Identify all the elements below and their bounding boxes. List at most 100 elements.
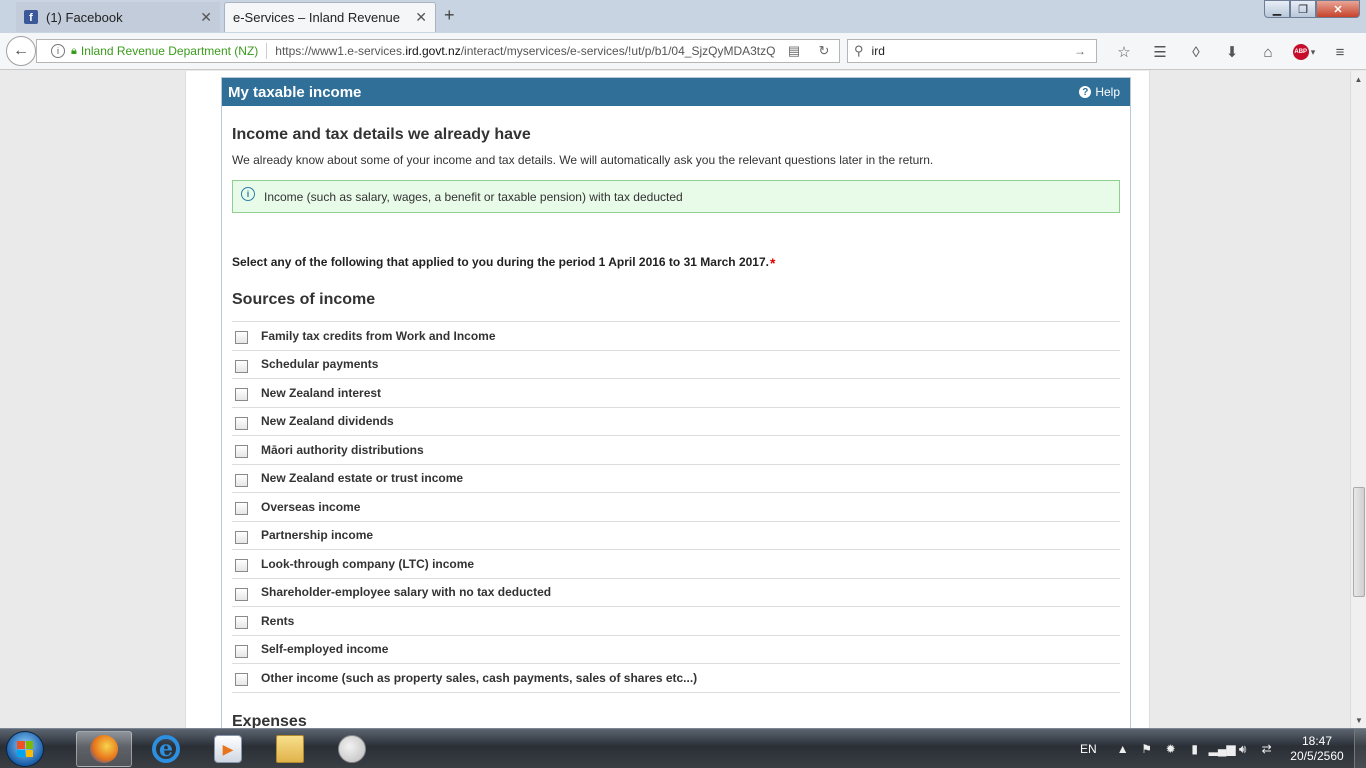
menu-icon[interactable]: ≡	[1322, 41, 1358, 63]
search-input[interactable]: ird	[872, 44, 1074, 58]
back-button[interactable]: ←	[6, 36, 36, 66]
reload-icon[interactable]: ↻	[809, 43, 839, 59]
income-label[interactable]: Overseas income	[261, 500, 360, 514]
navigation-bar: ← i 🔒︎ Inland Revenue Department (NZ) ht…	[0, 33, 1366, 70]
sync-icon[interactable]: ⇄	[1257, 742, 1277, 756]
income-checkbox[interactable]	[235, 416, 248, 430]
bookmarks-list-icon[interactable]: ☰	[1142, 41, 1178, 63]
income-label[interactable]: Rents	[261, 614, 294, 628]
site-identity[interactable]: Inland Revenue Department (NZ)	[81, 44, 258, 58]
income-label[interactable]: New Zealand dividends	[261, 414, 394, 428]
panel-title: My taxable income	[228, 83, 362, 101]
battery-icon[interactable]: ▮	[1185, 742, 1205, 756]
income-checkbox[interactable]	[235, 559, 248, 573]
new-tab-button[interactable]: +	[444, 5, 455, 26]
network-signal-icon[interactable]: ▂▄▆	[1209, 742, 1236, 756]
income-label[interactable]: Other income (such as property sales, ca…	[261, 671, 697, 685]
scrollbar[interactable]: ▲ ▼	[1350, 71, 1366, 728]
media-player-icon: ▶	[214, 735, 242, 763]
taskbar-paint[interactable]	[324, 731, 380, 767]
income-checkbox[interactable]	[235, 673, 248, 687]
pocket-icon[interactable]: ◊	[1178, 41, 1214, 63]
income-checkbox[interactable]	[235, 473, 248, 487]
clock[interactable]: 18:47 20/5/2560	[1284, 734, 1350, 764]
system-tray: EN ▲ ⚑ ✹ ▮ ▂▄▆ 🔊︎ ⇄	[1080, 729, 1281, 768]
info-box: i Income (such as salary, wages, a benef…	[232, 180, 1120, 213]
action-center-flag-icon[interactable]: ⚑	[1137, 742, 1157, 756]
toolbar: ☆ ☰ ◊ ⬇ ⌂ ABP ▾ ≡	[1106, 41, 1358, 63]
income-label[interactable]: New Zealand estate or trust income	[261, 471, 463, 485]
reader-view-icon[interactable]: ▤	[779, 43, 809, 59]
avast-icon[interactable]: ✹	[1161, 742, 1181, 756]
taskbar-file-explorer[interactable]	[262, 731, 318, 767]
income-checkbox[interactable]	[235, 359, 248, 373]
close-tab-icon[interactable]: ✕	[415, 9, 427, 26]
taskbar-media-player[interactable]: ▶	[200, 731, 256, 767]
address-bar[interactable]: i 🔒︎ Inland Revenue Department (NZ) http…	[36, 39, 840, 63]
divider	[266, 43, 268, 59]
income-checkbox[interactable]	[235, 388, 248, 402]
income-label[interactable]: New Zealand interest	[261, 386, 381, 400]
list-item: Family tax credits from Work and Income	[232, 322, 1120, 351]
list-item: New Zealand dividends	[232, 408, 1120, 436]
clock-time: 18:47	[1301, 734, 1333, 748]
income-checkbox[interactable]	[235, 445, 248, 459]
taskbar: e ▶ EN ▲ ⚑ ✹ ▮ ▂▄▆ 🔊︎ ⇄ 18:47 20/5/2560	[0, 728, 1366, 768]
help-link[interactable]: ? Help	[1079, 85, 1120, 99]
help-icon: ?	[1079, 86, 1092, 98]
language-indicator[interactable]: EN	[1080, 742, 1097, 756]
info-text: Income (such as salary, wages, a benefit…	[264, 189, 683, 204]
info-icon: i	[241, 186, 255, 201]
info-icon[interactable]: i	[51, 44, 65, 58]
list-item: Look-through company (LTC) income	[232, 550, 1120, 579]
list-item: Schedular payments	[232, 351, 1120, 379]
adblock-button[interactable]: ABP ▾	[1286, 41, 1322, 63]
income-label[interactable]: Māori authority distributions	[261, 443, 424, 457]
windows-logo-icon	[17, 741, 33, 757]
list-item: Other income (such as property sales, ca…	[232, 664, 1120, 693]
maximize-button[interactable]: ❐	[1290, 0, 1316, 18]
close-tab-icon[interactable]: ✕	[200, 9, 212, 26]
scroll-down-arrow[interactable]: ▼	[1351, 712, 1366, 728]
income-label[interactable]: Self-employed income	[261, 642, 388, 656]
search-go-icon[interactable]: →	[1074, 44, 1096, 58]
url-text[interactable]: https://www1.e-services.ird.govt.nz/inte…	[275, 44, 779, 58]
adblock-icon: ABP	[1292, 44, 1309, 60]
close-window-button[interactable]: ✕	[1316, 0, 1360, 18]
search-bar[interactable]: ⚲ ird →	[847, 39, 1097, 63]
show-desktop-button[interactable]	[1354, 729, 1366, 768]
home-icon[interactable]: ⌂	[1250, 41, 1286, 63]
scroll-up-arrow[interactable]: ▲	[1351, 71, 1366, 87]
income-label[interactable]: Partnership income	[261, 528, 373, 542]
income-checkbox[interactable]	[235, 587, 248, 601]
tab-facebook[interactable]: f (1) Facebook ✕	[16, 2, 220, 32]
bookmark-star-icon[interactable]: ☆	[1106, 41, 1142, 63]
income-checkbox[interactable]	[235, 331, 248, 345]
start-button[interactable]	[6, 731, 44, 767]
lock-icon[interactable]: 🔒︎	[71, 45, 77, 58]
download-icon[interactable]: ⬇	[1214, 41, 1250, 63]
list-item: Overseas income	[232, 493, 1120, 522]
list-item: Partnership income	[232, 522, 1120, 550]
income-label[interactable]: Shareholder-employee salary with no tax …	[261, 585, 551, 599]
income-label[interactable]: Family tax credits from Work and Income	[261, 329, 496, 343]
sources-title: Sources of income	[232, 291, 376, 308]
taskbar-internet-explorer[interactable]: e	[138, 731, 194, 767]
volume-icon[interactable]: 🔊︎	[1233, 742, 1253, 757]
scroll-thumb[interactable]	[1353, 487, 1365, 597]
income-label[interactable]: Look-through company (LTC) income	[261, 557, 474, 571]
income-checkbox[interactable]	[235, 502, 248, 516]
tab-e-services[interactable]: e-Services – Inland Revenue ✕	[224, 2, 436, 32]
income-checkbox[interactable]	[235, 616, 248, 630]
minimize-button[interactable]: ▁	[1264, 0, 1290, 18]
expenses-title: Expenses	[232, 712, 307, 729]
taskbar-firefox[interactable]	[76, 731, 132, 767]
panel-header: My taxable income ? Help	[222, 78, 1130, 106]
page-column: My taxable income ? Help Income and tax …	[185, 71, 1150, 728]
show-hidden-icons[interactable]: ▲	[1113, 742, 1133, 756]
income-label[interactable]: Schedular payments	[261, 357, 378, 371]
sources-list: Family tax credits from Work and Income S…	[232, 321, 1120, 693]
income-checkbox[interactable]	[235, 530, 248, 544]
internet-explorer-icon: e	[152, 735, 180, 763]
income-checkbox[interactable]	[235, 644, 248, 658]
